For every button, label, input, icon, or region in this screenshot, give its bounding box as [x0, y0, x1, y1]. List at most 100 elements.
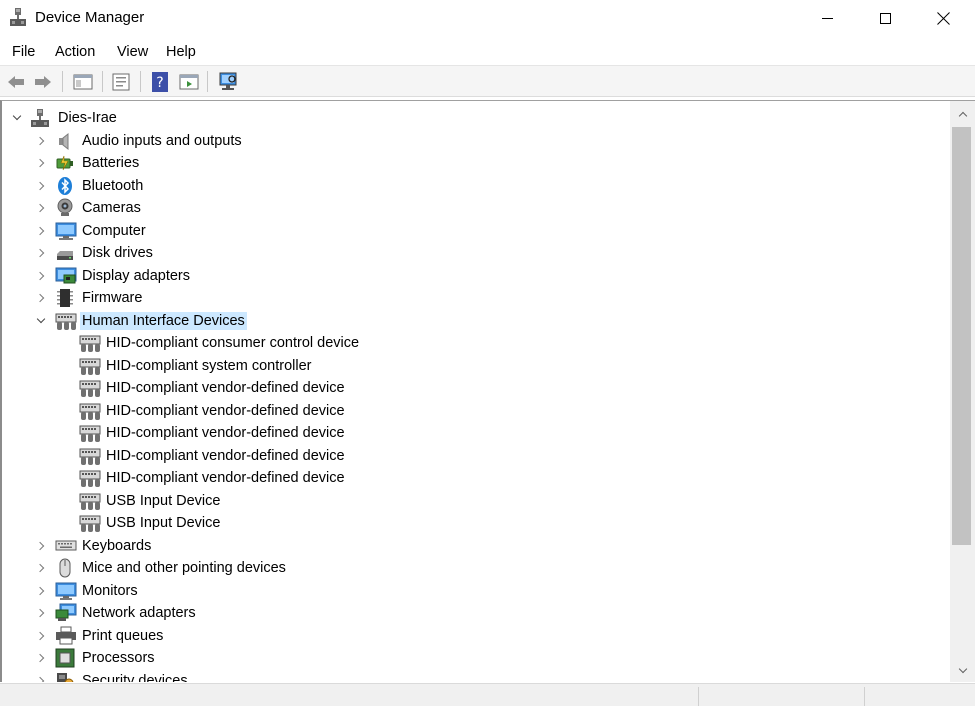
tree-category-security-devices[interactable]: Security devices: [2, 670, 947, 682]
category-label: Monitors: [82, 582, 138, 599]
run-action-button[interactable]: [177, 70, 201, 93]
tree-category-monitors[interactable]: Monitors: [2, 580, 947, 602]
scan-hardware-changes-button[interactable]: [216, 70, 240, 93]
maximize-button[interactable]: [856, 0, 914, 37]
hid-device-icon: [79, 468, 101, 488]
tree-device-hid-0[interactable]: HID-compliant consumer control device: [2, 332, 947, 354]
category-label: Computer: [82, 222, 146, 239]
toolbar: ?: [0, 66, 975, 97]
expand-toggle[interactable]: [34, 133, 48, 149]
chevron-right-icon: [35, 653, 45, 663]
tree-root[interactable]: Dies-Irae: [2, 107, 947, 129]
chevron-right-icon: [35, 181, 45, 190]
expand-toggle[interactable]: [34, 245, 48, 261]
chevron-right-icon: [35, 203, 45, 213]
hid-device-icon: [79, 333, 101, 353]
expand-toggle[interactable]: [34, 673, 48, 682]
tree-category-audio[interactable]: Audio inputs and outputs: [2, 130, 947, 152]
vertical-scrollbar[interactable]: [950, 101, 975, 682]
tree-category-display-adapters[interactable]: Display adapters: [2, 265, 947, 287]
menu-help[interactable]: Help: [166, 44, 196, 60]
tree-device-hid-8[interactable]: USB Input Device: [2, 512, 947, 534]
tree-category-keyboards[interactable]: Keyboards: [2, 535, 947, 557]
device-label: HID-compliant vendor-defined device: [106, 470, 345, 486]
tree-device-hid-7[interactable]: USB Input Device: [2, 490, 947, 512]
tree-root-label: Dies-Irae: [58, 110, 117, 126]
show-hide-console-tree-button[interactable]: [71, 70, 95, 93]
tree-category-bluetooth[interactable]: Bluetooth: [2, 175, 947, 197]
expand-root-toggle[interactable]: [10, 110, 24, 126]
minimize-button[interactable]: [798, 0, 856, 37]
expand-toggle[interactable]: [34, 268, 48, 284]
tree-category-processors[interactable]: Processors: [2, 647, 947, 669]
scroll-down-arrow-icon: [958, 664, 967, 674]
properties-button[interactable]: [109, 70, 133, 93]
tree-category-human-interface-devices[interactable]: Human Interface Devices: [2, 310, 947, 332]
device-label: HID-compliant vendor-defined device: [106, 425, 345, 441]
title-bar[interactable]: Device Manager: [0, 0, 975, 37]
scroll-up-arrow-icon: [958, 111, 967, 121]
hid-device-icon: [79, 491, 101, 511]
expand-toggle[interactable]: [34, 178, 48, 194]
tree-device-hid-4[interactable]: HID-compliant vendor-defined device: [2, 422, 947, 444]
menu-action[interactable]: Action: [55, 44, 95, 60]
expand-toggle[interactable]: [34, 628, 48, 644]
tree-category-computer[interactable]: Computer: [2, 220, 947, 242]
chevron-right-icon: [35, 541, 45, 550]
computer-icon: [55, 221, 77, 241]
chevron-down-icon: [12, 111, 22, 121]
menu-bar: File Action View Help: [0, 38, 975, 66]
device-label: HID-compliant vendor-defined device: [106, 447, 345, 464]
chevron-right-icon: [35, 271, 45, 280]
back-button[interactable]: [4, 70, 28, 93]
category-label: Disk drives: [82, 245, 153, 261]
category-label: Keyboards: [82, 537, 152, 554]
tree-category-disk-drives[interactable]: Disk drives: [2, 242, 947, 264]
expand-toggle[interactable]: [34, 223, 48, 239]
printer-icon: [55, 626, 76, 646]
expand-toggle[interactable]: [34, 560, 48, 576]
expand-toggle[interactable]: [34, 583, 48, 599]
hid-icon: [55, 311, 77, 331]
help-button[interactable]: ?: [148, 70, 172, 93]
tree-category-network-adapters[interactable]: Network adapters: [2, 602, 947, 624]
close-button[interactable]: [914, 0, 972, 37]
tree-device-hid-3[interactable]: HID-compliant vendor-defined device: [2, 400, 947, 422]
status-panel-divider: [698, 687, 699, 706]
expand-toggle[interactable]: [34, 650, 48, 666]
status-panel-divider: [864, 687, 865, 706]
tree-device-hid-6[interactable]: HID-compliant vendor-defined device: [2, 467, 947, 489]
scrollbar-thumb[interactable]: [952, 127, 971, 545]
expand-toggle[interactable]: [34, 538, 48, 554]
category-label: Network adapters: [82, 605, 196, 621]
tree-category-mice[interactable]: Mice and other pointing devices: [2, 557, 947, 579]
expand-toggle[interactable]: [34, 290, 48, 306]
forward-icon: [35, 75, 51, 88]
keyboard-icon: [55, 536, 77, 556]
computer-root-icon: [30, 108, 50, 128]
tree-category-batteries[interactable]: Batteries: [2, 152, 947, 174]
collapse-toggle[interactable]: [34, 313, 48, 329]
expand-toggle[interactable]: [34, 155, 48, 171]
menu-view[interactable]: View: [117, 44, 148, 60]
forward-button[interactable]: [31, 70, 55, 93]
chevron-right-icon: [35, 563, 45, 573]
tree-device-hid-1[interactable]: HID-compliant system controller: [2, 355, 947, 377]
device-label: HID-compliant consumer control device: [106, 335, 360, 351]
camera-icon: [55, 198, 75, 218]
category-label-selected: Human Interface Devices: [80, 311, 247, 330]
menu-file[interactable]: File: [12, 44, 35, 60]
tree-device-hid-5[interactable]: HID-compliant vendor-defined device: [2, 445, 947, 467]
tree-category-print-queues[interactable]: Print queues: [2, 625, 947, 647]
tree-category-firmware[interactable]: Firmware: [2, 287, 947, 309]
expand-toggle[interactable]: [34, 200, 48, 216]
tree-device-hid-2[interactable]: HID-compliant vendor-defined device: [2, 377, 947, 399]
expand-toggle[interactable]: [34, 605, 48, 621]
scroll-up-button[interactable]: [950, 104, 975, 124]
device-tree-pane[interactable]: Dies-Irae Audio inputs and outputs Batte…: [0, 100, 975, 682]
firmware-chip-icon: [55, 288, 75, 308]
tree-category-cameras[interactable]: Cameras: [2, 197, 947, 219]
properties-icon: [112, 73, 130, 90]
scroll-down-button[interactable]: [950, 661, 975, 681]
device-label: USB Input Device: [106, 515, 221, 531]
